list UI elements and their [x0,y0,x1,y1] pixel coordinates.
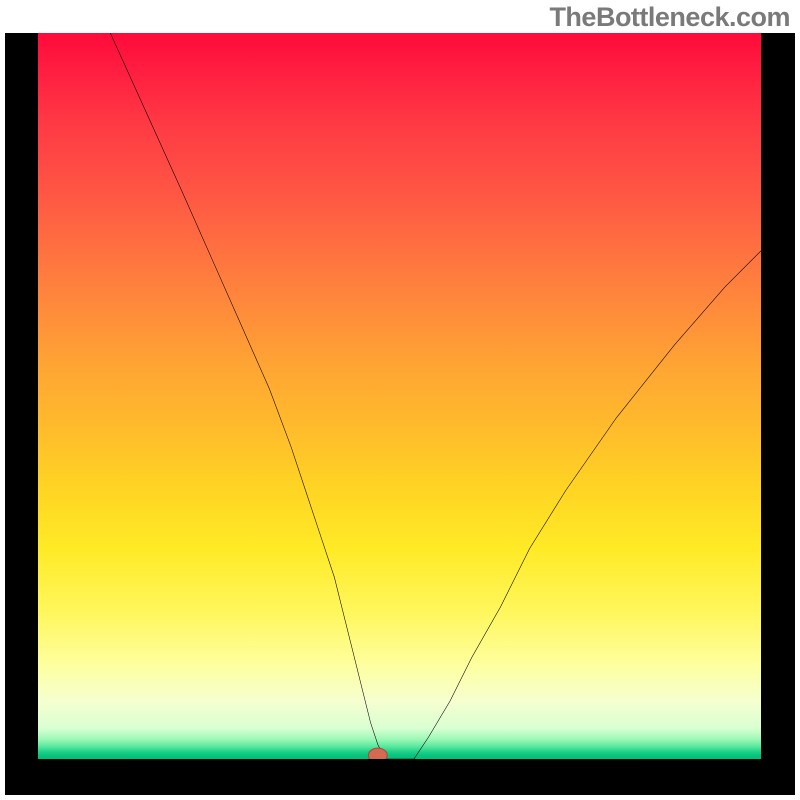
watermark-text: TheBottleneck.com [549,2,790,33]
chart-plot [38,33,761,759]
chart-container: TheBottleneck.com [0,0,800,800]
bottleneck-curve [110,33,761,759]
marker-dot [368,748,387,759]
